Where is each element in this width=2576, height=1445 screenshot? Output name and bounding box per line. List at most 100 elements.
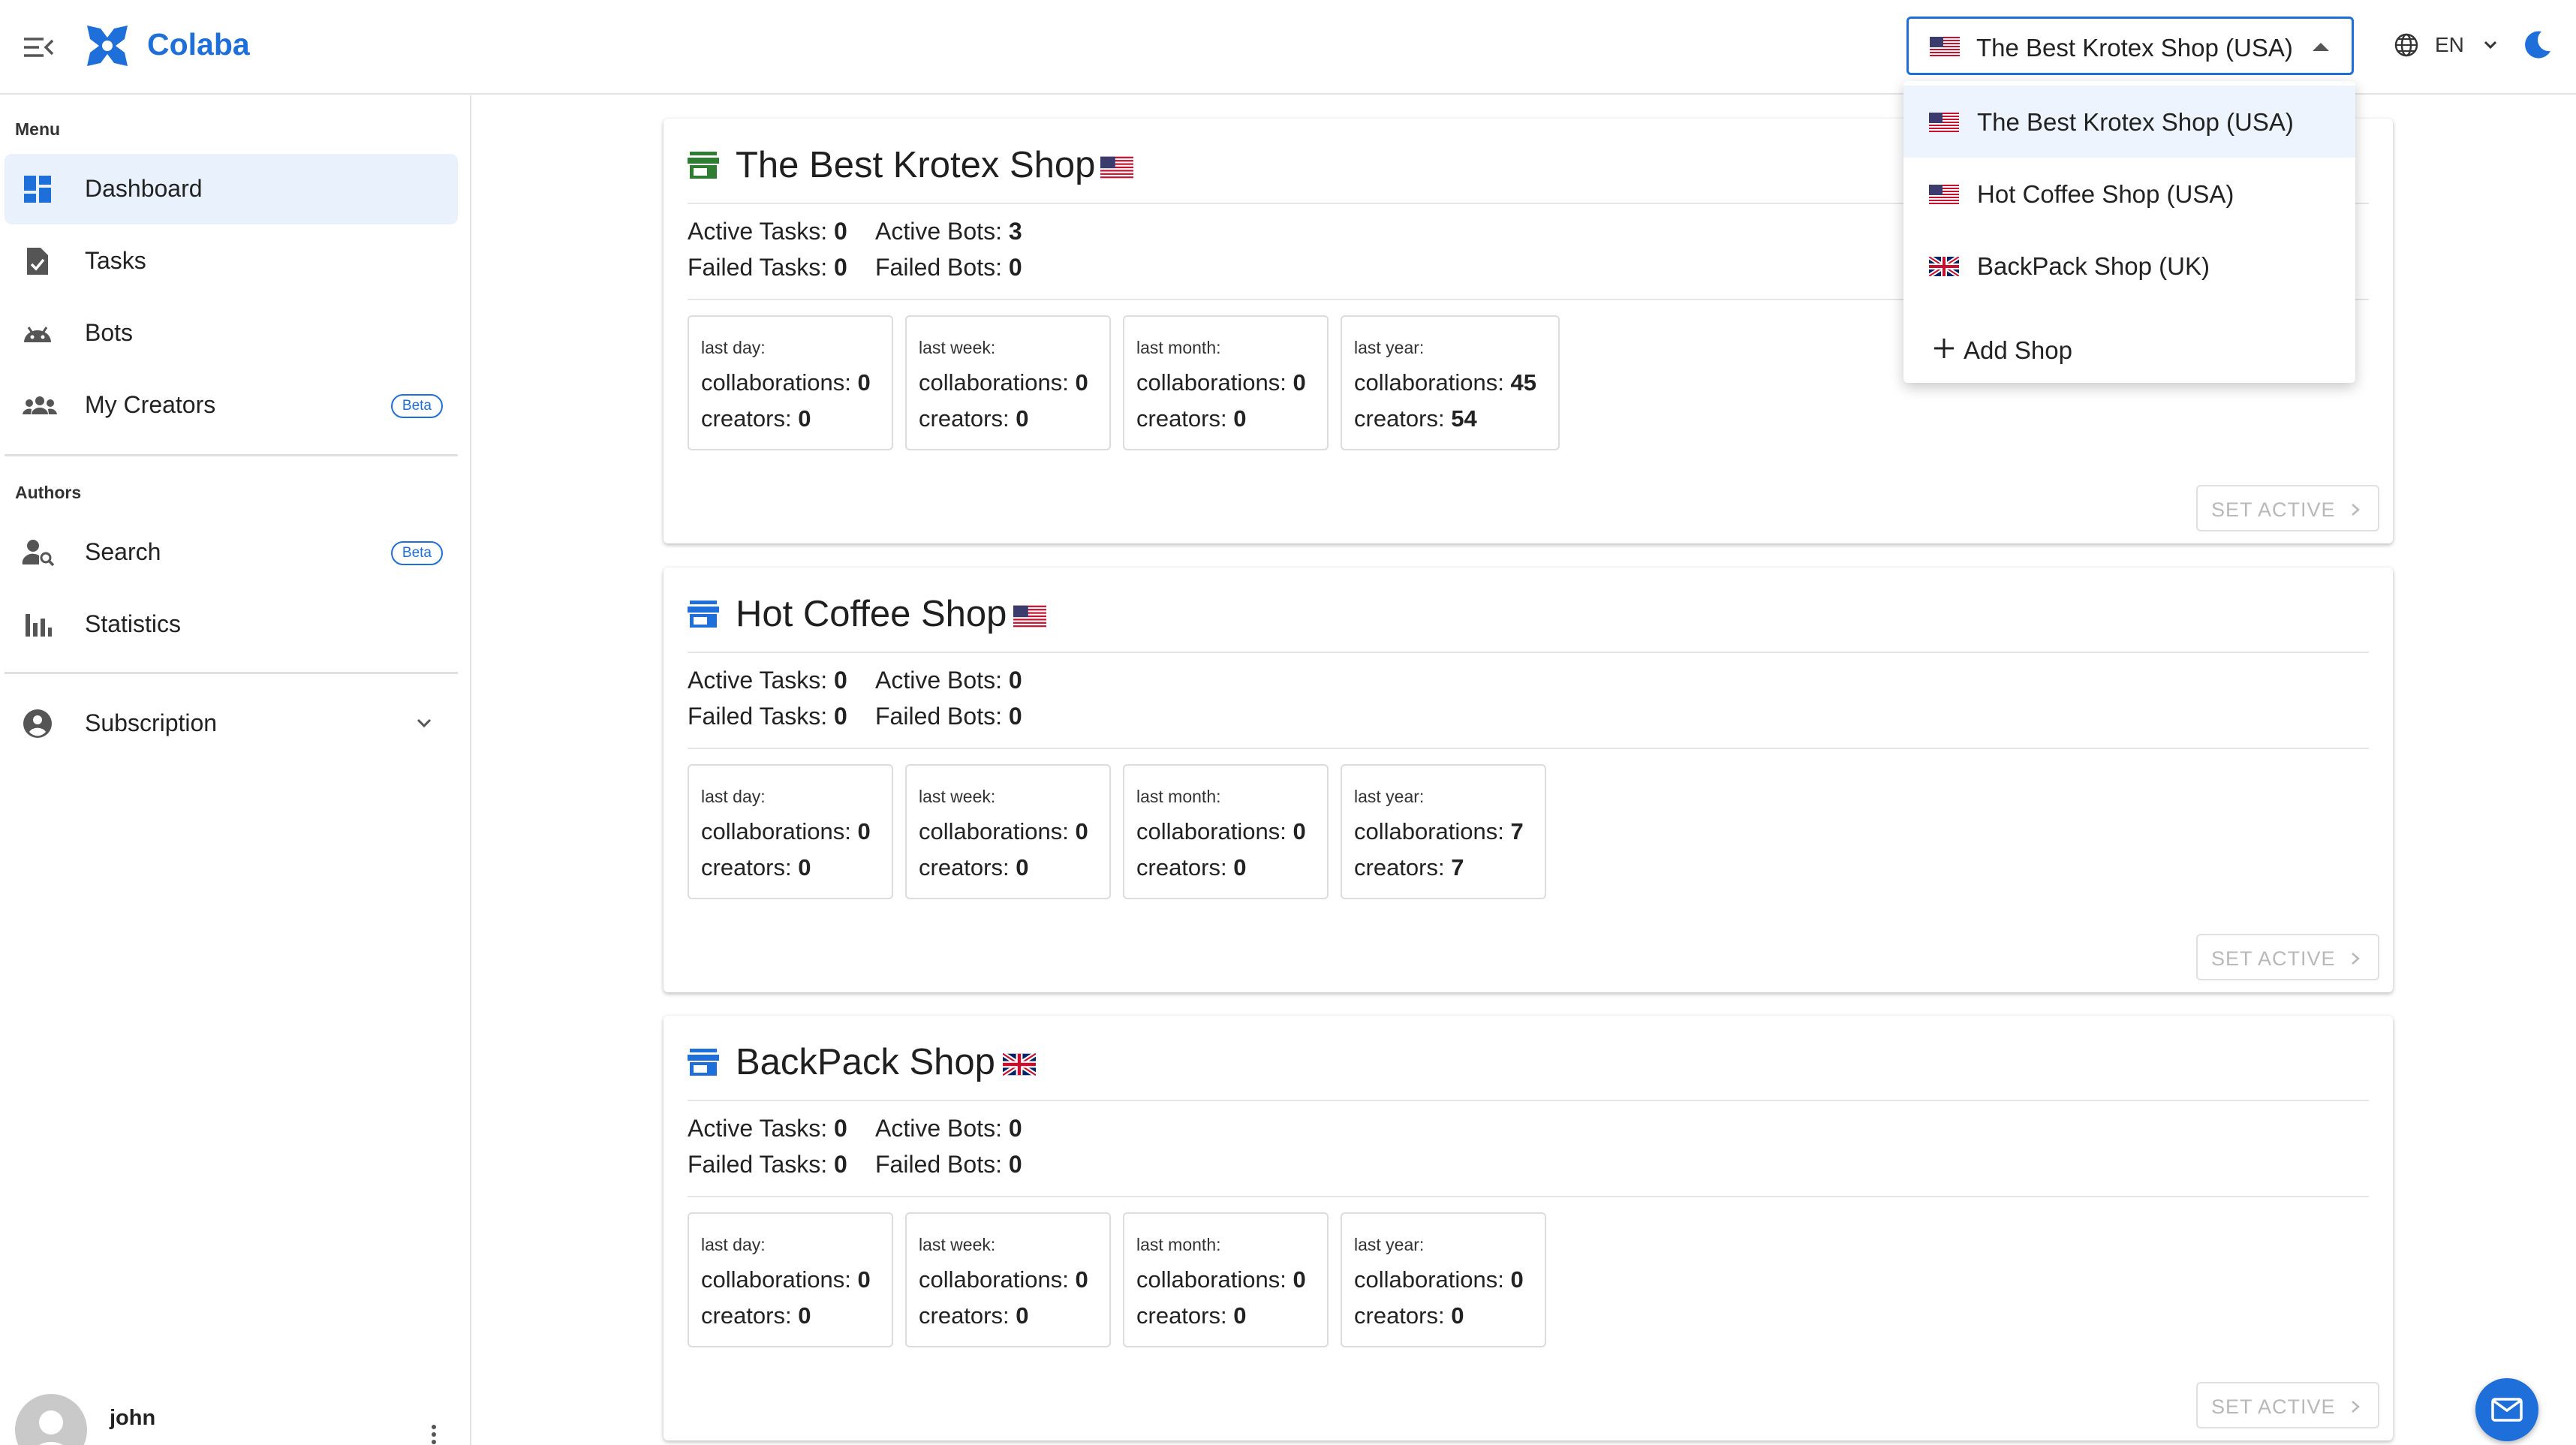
person-search-icon	[22, 540, 55, 567]
uk-flag-icon	[1003, 1053, 1036, 1076]
shop-title: Hot Coffee Shop	[736, 594, 1007, 634]
active-bots-stat: Active Bots: 0	[875, 667, 1022, 694]
colaba-logo-icon	[83, 21, 132, 71]
period-stat-box: last year: collaborations: 7 creators: 7	[1341, 764, 1546, 899]
sidebar-item-label: Dashboard	[85, 175, 203, 202]
sidebar-item-dashboard[interactable]: Dashboard	[5, 154, 458, 224]
authors-section-title: Authors	[15, 483, 82, 502]
plus-icon	[1934, 339, 1954, 358]
shop-select[interactable]: The Best Krotex Shop (USA)	[1906, 17, 2354, 75]
active-tasks-stat: Active Tasks: 0	[688, 218, 847, 245]
store-icon	[688, 601, 719, 628]
sidebar-item-label: Subscription	[85, 709, 218, 736]
shop-title: BackPack Shop	[736, 1042, 995, 1082]
bar-chart-icon	[26, 614, 52, 637]
period-stat-box: last month: collaborations: 0 creators: …	[1123, 315, 1329, 450]
store-icon	[688, 152, 719, 179]
card-divider	[688, 748, 2369, 749]
period-stat-box: last week: collaborations: 0 creators: 0	[905, 1212, 1111, 1347]
us-flag-icon	[1013, 605, 1046, 628]
menu-section-title: Menu	[15, 119, 61, 139]
shop-card: Hot Coffee Shop Active Tasks: 0 Active B…	[664, 567, 2393, 992]
card-divider	[688, 1100, 2369, 1101]
period-stat-box: last week: collaborations: 0 creators: 0	[905, 315, 1111, 450]
sidebar-item-label: Tasks	[85, 247, 146, 274]
shop-card: BackPack Shop Active Tasks: 0 Active Bot…	[664, 1016, 2393, 1440]
sidebar-item-label: Statistics	[85, 610, 182, 637]
shop-option[interactable]: The Best Krotex Shop (USA)	[1903, 86, 2355, 158]
failed-bots-stat: Failed Bots: 0	[875, 254, 1022, 281]
us-flag-icon	[1929, 113, 1959, 132]
period-stat-box: last day: collaborations: 0 creators: 0	[688, 315, 893, 450]
shop-select-value: The Best Krotex Shop (USA)	[1976, 34, 2293, 62]
sidebar-item-statistics[interactable]: Statistics	[5, 589, 458, 660]
task-icon	[27, 248, 48, 275]
card-divider	[688, 652, 2369, 653]
avatar	[15, 1394, 87, 1445]
user-profile[interactable]: john	[0, 1379, 470, 1445]
period-stat-box: last day: collaborations: 0 creators: 0	[688, 764, 893, 899]
chevron-down-icon	[417, 718, 432, 728]
shop-title: The Best Krotex Shop	[736, 145, 1096, 185]
android-icon	[24, 327, 51, 342]
us-flag-icon	[1100, 156, 1133, 179]
chevron-down-icon	[2484, 41, 2497, 50]
failed-tasks-stat: Failed Tasks: 0	[688, 1151, 847, 1178]
active-tasks-stat: Active Tasks: 0	[688, 1115, 847, 1142]
failed-tasks-stat: Failed Tasks: 0	[688, 703, 847, 730]
period-stat-box: last week: collaborations: 0 creators: 0	[905, 764, 1111, 899]
account-circle-icon	[23, 709, 52, 738]
failed-tasks-stat: Failed Tasks: 0	[688, 254, 847, 281]
sidebar-item-subscription[interactable]: Subscription	[5, 688, 458, 759]
active-bots-stat: Active Bots: 0	[875, 1115, 1022, 1142]
active-tasks-stat: Active Tasks: 0	[688, 667, 847, 694]
shop-option[interactable]: Hot Coffee Shop (USA)	[1903, 158, 2355, 230]
shop-option[interactable]: BackPack Shop (UK)	[1903, 230, 2355, 302]
sidebar-divider	[5, 454, 458, 456]
failed-bots-stat: Failed Bots: 0	[875, 703, 1022, 730]
chevron-right-icon	[2352, 1401, 2360, 1413]
active-bots-stat: Active Bots: 3	[875, 218, 1022, 245]
set-active-button[interactable]: SET ACTIVE	[2196, 1382, 2379, 1428]
period-stat-box: last month: collaborations: 0 creators: …	[1123, 764, 1329, 899]
set-active-button[interactable]: SET ACTIVE	[2196, 934, 2379, 980]
sidebar-item-tasks[interactable]: Tasks	[5, 226, 458, 297]
us-flag-icon	[1930, 37, 1960, 56]
sidebar-item-search[interactable]: Search Beta	[5, 517, 458, 588]
globe-icon	[2394, 33, 2418, 57]
uk-flag-icon	[1929, 257, 1959, 276]
more-vert-icon[interactable]	[426, 1424, 441, 1445]
beta-badge: Beta	[390, 541, 443, 565]
username: john	[110, 1406, 156, 1430]
shop-dropdown-menu: The Best Krotex Shop (USA) Hot Coffee Sh…	[1903, 81, 2355, 383]
sidebar-item-my-creators[interactable]: My Creators Beta	[5, 370, 458, 441]
store-icon	[688, 1049, 719, 1076]
language-code: EN	[2435, 33, 2464, 56]
period-stat-box: last year: collaborations: 0 creators: 0	[1341, 1212, 1546, 1347]
period-stat-box: last year: collaborations: 45 creators: …	[1341, 315, 1560, 450]
sidebar-item-label: Bots	[85, 319, 134, 346]
set-active-button[interactable]: SET ACTIVE	[2196, 485, 2379, 531]
us-flag-icon	[1929, 185, 1959, 204]
dashboard-icon	[24, 176, 51, 203]
card-divider	[688, 1196, 2369, 1197]
menu-collapse-icon[interactable]	[21, 30, 56, 65]
add-shop-button[interactable]: Add Shop	[1903, 317, 2355, 381]
sidebar-item-bots[interactable]: Bots	[5, 298, 458, 369]
sidebar-item-label: Search	[85, 538, 161, 565]
period-stat-box: last month: collaborations: 0 creators: …	[1123, 1212, 1329, 1347]
chevron-right-icon	[2352, 953, 2360, 965]
sidebar-divider	[5, 672, 458, 674]
period-stat-box: last day: collaborations: 0 creators: 0	[688, 1212, 893, 1347]
mail-icon	[2491, 1398, 2523, 1422]
beta-badge: Beta	[390, 394, 443, 418]
brand-name[interactable]: Colaba	[147, 27, 250, 62]
caret-up-icon	[2313, 43, 2329, 51]
dark-mode-icon[interactable]	[2520, 29, 2553, 62]
chevron-right-icon	[2352, 504, 2360, 516]
group-icon	[23, 396, 57, 414]
contact-mail-button[interactable]	[2475, 1378, 2538, 1441]
sidebar-item-label: My Creators	[85, 391, 216, 418]
sidebar: Menu Dashboard Tasks Bots My Creators Be…	[0, 95, 471, 1445]
failed-bots-stat: Failed Bots: 0	[875, 1151, 1022, 1178]
